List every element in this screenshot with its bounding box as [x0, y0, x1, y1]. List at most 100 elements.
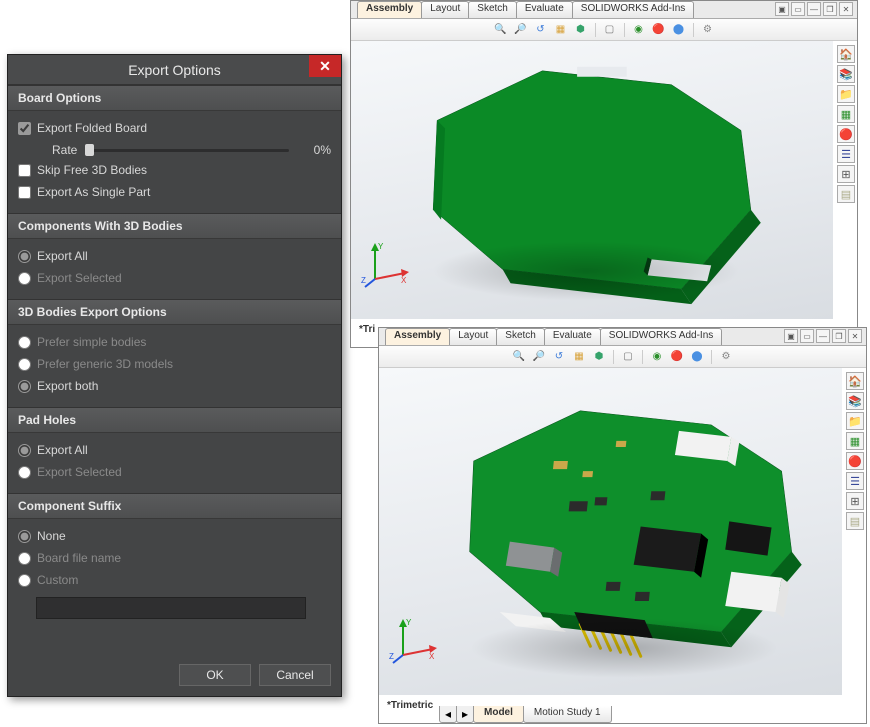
previous-view-icon[interactable]: ↺: [551, 349, 567, 365]
display-style-icon[interactable]: ▢: [602, 22, 618, 38]
components-export-all-label[interactable]: Export All: [37, 249, 88, 263]
pad-export-selected-label[interactable]: Export Selected: [37, 465, 122, 479]
win-prev-icon[interactable]: ▭: [791, 2, 805, 16]
prefer-generic-label[interactable]: Prefer generic 3D models: [37, 357, 173, 371]
svg-text:Z: Z: [389, 652, 394, 661]
tab-sketch[interactable]: Sketch: [496, 328, 545, 345]
close-icon[interactable]: ✕: [309, 55, 341, 77]
export-single-part-checkbox[interactable]: [18, 186, 31, 199]
view-settings-icon[interactable]: ⚙: [700, 22, 716, 38]
view-settings-icon[interactable]: ⚙: [718, 349, 734, 365]
win-close-icon[interactable]: ✕: [839, 2, 853, 16]
rate-slider[interactable]: [85, 143, 289, 157]
export-folded-checkbox[interactable]: [18, 122, 31, 135]
win-min-icon[interactable]: —: [816, 329, 830, 343]
suffix-boardfile-radio[interactable]: [18, 552, 31, 565]
pad-export-all-radio[interactable]: [18, 444, 31, 457]
prefer-generic-radio[interactable]: [18, 358, 31, 371]
zoom-area-icon[interactable]: 🔎: [531, 349, 547, 365]
extra-icon[interactable]: ▤: [837, 185, 855, 203]
forum-icon[interactable]: ⊞: [837, 165, 855, 183]
cancel-button[interactable]: Cancel: [259, 664, 331, 686]
pad-export-all-label[interactable]: Export All: [37, 443, 88, 457]
apply-scene-icon[interactable]: ⬤: [671, 22, 687, 38]
view-palette-icon[interactable]: ▦: [846, 432, 864, 450]
tab-sketch[interactable]: Sketch: [468, 1, 517, 18]
design-library-icon[interactable]: 📚: [837, 65, 855, 83]
hide-show-icon[interactable]: ◉: [631, 22, 647, 38]
win-close-icon[interactable]: ✕: [848, 329, 862, 343]
graphics-area[interactable]: Y X Z: [351, 41, 833, 319]
section-pad-holes: Pad Holes: [8, 407, 341, 433]
zoom-fit-icon[interactable]: 🔍: [493, 22, 509, 38]
suffix-custom-radio[interactable]: [18, 574, 31, 587]
win-prev-icon[interactable]: ▭: [800, 329, 814, 343]
custom-props-icon[interactable]: ☰: [837, 145, 855, 163]
forum-icon[interactable]: ⊞: [846, 492, 864, 510]
bottom-tab-model[interactable]: Model: [473, 706, 524, 723]
zoom-area-icon[interactable]: 🔎: [513, 22, 529, 38]
suffix-custom-label[interactable]: Custom: [37, 573, 78, 587]
tab-assembly[interactable]: Assembly: [357, 1, 422, 18]
win-min-icon[interactable]: —: [807, 2, 821, 16]
components-export-all-radio[interactable]: [18, 250, 31, 263]
tab-addins[interactable]: SOLIDWORKS Add-Ins: [600, 328, 722, 345]
hide-show-icon[interactable]: ◉: [649, 349, 665, 365]
export-single-part-label[interactable]: Export As Single Part: [37, 185, 150, 199]
appearances-icon[interactable]: 🔴: [846, 452, 864, 470]
suffix-none-radio[interactable]: [18, 530, 31, 543]
tab-addins[interactable]: SOLIDWORKS Add-Ins: [572, 1, 694, 18]
extra-icon[interactable]: ▤: [846, 512, 864, 530]
components-export-selected-radio[interactable]: [18, 272, 31, 285]
rate-value: 0%: [297, 143, 331, 157]
file-explorer-icon[interactable]: 📁: [846, 412, 864, 430]
svg-text:X: X: [429, 652, 435, 661]
zoom-fit-icon[interactable]: 🔍: [511, 349, 527, 365]
section-board-options: Board Options: [8, 85, 341, 111]
section-components-3d: Components With 3D Bodies: [8, 213, 341, 239]
previous-view-icon[interactable]: ↺: [533, 22, 549, 38]
tab-scroll-right-icon[interactable]: ▸: [456, 706, 474, 723]
window-controls: ▣ ▭ — ❐ ✕: [784, 329, 862, 343]
edit-appearance-icon[interactable]: 🔴: [669, 349, 685, 365]
display-style-icon[interactable]: ▢: [620, 349, 636, 365]
tab-scroll-left-icon[interactable]: ◂: [439, 706, 457, 723]
section-view-icon[interactable]: ▦: [571, 349, 587, 365]
section-view-icon[interactable]: ▦: [553, 22, 569, 38]
appearances-icon[interactable]: 🔴: [837, 125, 855, 143]
ok-button[interactable]: OK: [179, 664, 251, 686]
export-both-radio[interactable]: [18, 380, 31, 393]
resources-icon[interactable]: 🏠: [846, 372, 864, 390]
pad-export-selected-radio[interactable]: [18, 466, 31, 479]
design-library-icon[interactable]: 📚: [846, 392, 864, 410]
suffix-boardfile-label[interactable]: Board file name: [37, 551, 121, 565]
tab-evaluate[interactable]: Evaluate: [516, 1, 573, 18]
suffix-none-label[interactable]: None: [37, 529, 66, 543]
components-export-selected-label[interactable]: Export Selected: [37, 271, 122, 285]
apply-scene-icon[interactable]: ⬤: [689, 349, 705, 365]
win-doc-icon[interactable]: ▣: [784, 329, 798, 343]
export-folded-label[interactable]: Export Folded Board: [37, 121, 147, 135]
tab-layout[interactable]: Layout: [421, 1, 469, 18]
graphics-area[interactable]: Y X Z: [379, 368, 842, 695]
tab-evaluate[interactable]: Evaluate: [544, 328, 601, 345]
prefer-simple-label[interactable]: Prefer simple bodies: [37, 335, 146, 349]
suffix-custom-input[interactable]: [36, 597, 306, 619]
view-palette-icon[interactable]: ▦: [837, 105, 855, 123]
custom-props-icon[interactable]: ☰: [846, 472, 864, 490]
tab-assembly[interactable]: Assembly: [385, 328, 450, 345]
win-max-icon[interactable]: ❐: [832, 329, 846, 343]
edit-appearance-icon[interactable]: 🔴: [651, 22, 667, 38]
file-explorer-icon[interactable]: 📁: [837, 85, 855, 103]
win-doc-icon[interactable]: ▣: [775, 2, 789, 16]
view-orientation-icon[interactable]: ⬢: [573, 22, 589, 38]
skip-free-3d-checkbox[interactable]: [18, 164, 31, 177]
prefer-simple-radio[interactable]: [18, 336, 31, 349]
resources-icon[interactable]: 🏠: [837, 45, 855, 63]
win-max-icon[interactable]: ❐: [823, 2, 837, 16]
tab-layout[interactable]: Layout: [449, 328, 497, 345]
skip-free-3d-label[interactable]: Skip Free 3D Bodies: [37, 163, 147, 177]
view-orientation-icon[interactable]: ⬢: [591, 349, 607, 365]
bottom-tab-motion[interactable]: Motion Study 1: [523, 706, 612, 723]
export-both-label[interactable]: Export both: [37, 379, 98, 393]
